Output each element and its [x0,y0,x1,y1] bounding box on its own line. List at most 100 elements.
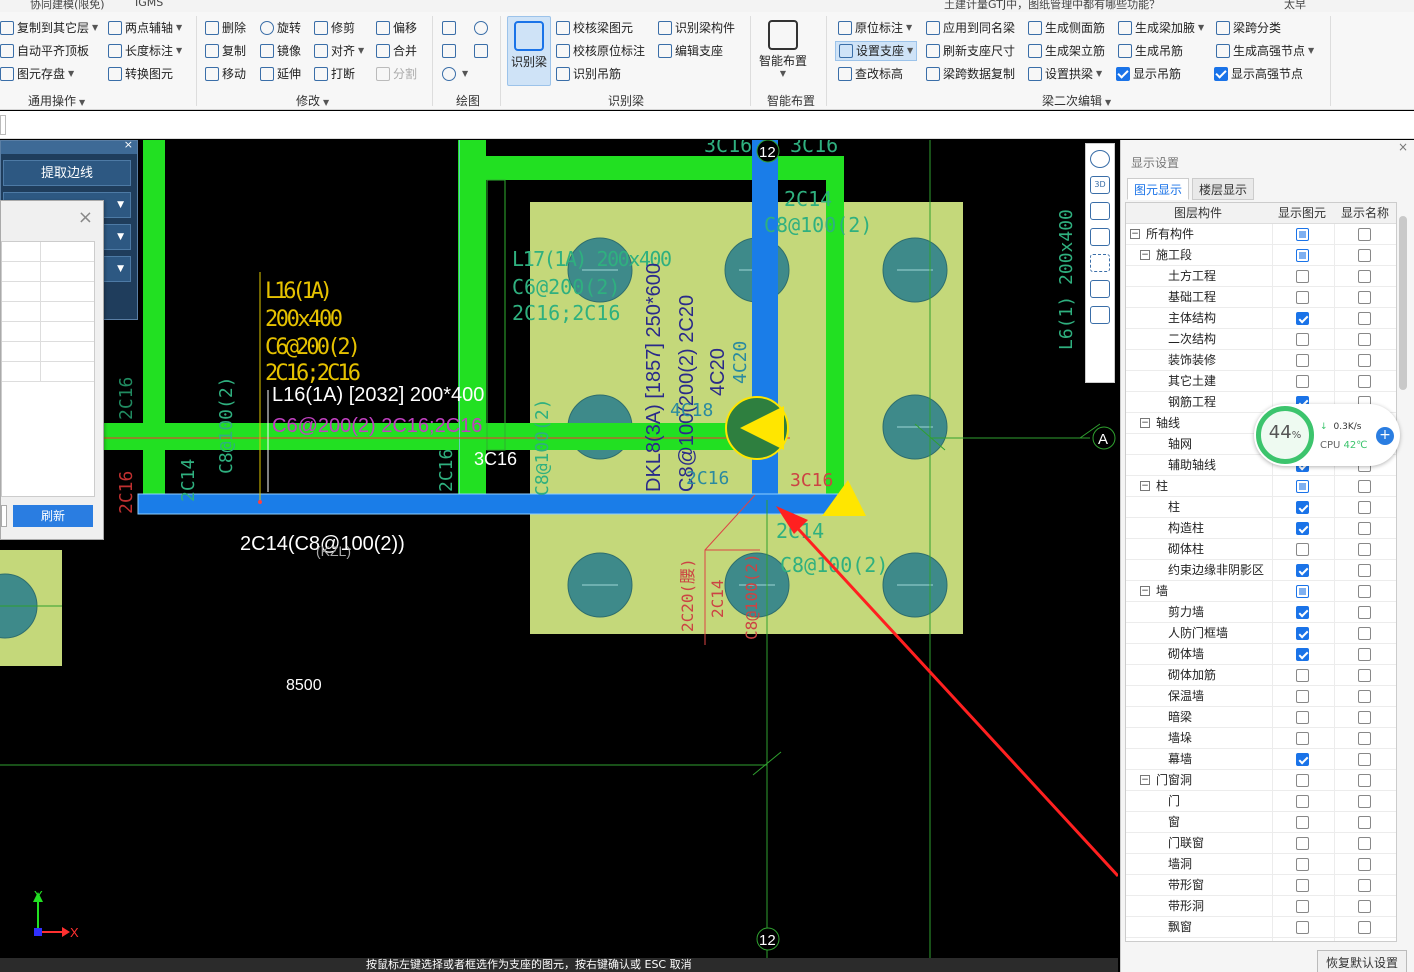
grid-row[interactable] [2,322,94,342]
show-element-checkbox[interactable] [1296,606,1309,619]
label-left-2c16[interactable]: 2C16 [116,377,137,420]
label-left-c8[interactable]: C8@100(2) [216,376,237,474]
set-arch-button[interactable]: 设置拱梁 ▼ [1028,64,1102,84]
layer-row[interactable]: 其它土建 [1126,371,1396,392]
smart-layout-button[interactable]: 智能布置 ▼ [758,16,808,86]
show-name-checkbox[interactable] [1358,795,1371,808]
show-element-checkbox[interactable] [1296,564,1309,577]
show-element-checkbox[interactable] [1296,816,1309,829]
show-element-checkbox[interactable] [1296,543,1309,556]
show-element-checkbox[interactable] [1296,228,1309,241]
show-name-checkbox[interactable] [1358,690,1371,703]
show-element-checkbox[interactable] [1296,585,1309,598]
label-c8-bot[interactable]: C8@100(2) [780,553,888,577]
identify-member-button[interactable]: 识别梁构件 [658,18,735,38]
show-element-checkbox[interactable] [1296,522,1309,535]
show-name-checkbox[interactable] [1358,921,1371,934]
label-l16-magenta[interactable]: C6@200(2) 2C16;2C16 [272,415,482,437]
two-point-axis-button[interactable]: 两点辅轴 ▼ [108,18,182,38]
label-dkl-2[interactable]: C8@100(200(2) 2C20 [676,295,698,492]
fullscreen-icon[interactable] [1090,254,1110,272]
show-name-checkbox[interactable] [1358,480,1371,493]
grid-row[interactable] [2,362,94,382]
cpu-monitor-widget[interactable]: 44% ↓ 0.3K/s CPU 42℃ + [1254,404,1400,466]
sub-toolbar-input[interactable] [0,115,6,135]
collapse-toggle-icon[interactable]: − [1140,586,1150,596]
beam-green[interactable] [458,156,844,180]
label-dkl-1[interactable]: DKL8(3A) [1857] 250*600 [643,263,665,492]
save-element-button[interactable]: 图元存盘 ▼ [0,64,74,84]
side-bars-button[interactable]: 生成侧面筋 [1028,18,1105,38]
show-element-checkbox[interactable] [1296,732,1309,745]
refresh-button[interactable]: 刷新 [13,505,93,527]
layer-row[interactable]: 门联窗 [1126,833,1396,854]
collapse-toggle-icon[interactable]: − [1140,250,1150,260]
label-mid-2c16[interactable]: 2C16 [436,449,457,492]
haunch-button[interactable]: 生成梁加腋 ▼ [1118,18,1204,38]
group-secondary[interactable]: 梁二次编辑 ▼ [1042,92,1111,109]
layer-row[interactable]: − 施工段 [1126,245,1396,266]
show-name-checkbox[interactable] [1358,774,1371,787]
plus-icon[interactable]: + [1376,427,1394,445]
label-mid-2c16b[interactable]: 2C16 [686,468,729,489]
label-l16-yellow-2[interactable]: 200x400 [265,307,343,332]
layer-row[interactable]: 带形窗 [1126,875,1396,896]
show-name-checkbox[interactable] [1358,501,1371,514]
collapse-toggle-icon[interactable]: − [1140,481,1150,491]
check-elev-button[interactable]: 查改标高 [838,64,903,84]
close-icon[interactable]: × [1398,140,1408,154]
layer-row[interactable]: 二次结构 [1126,329,1396,350]
drawing-canvas[interactable]: L16(1A) 200x400 C6@200(2) 2C16;2C16 L16(… [0,140,1118,958]
show-name-checkbox[interactable] [1358,354,1371,367]
draw-arc-button[interactable]: ▼ [442,64,468,84]
show-element-checkbox[interactable] [1296,270,1309,283]
layer-row[interactable]: 飘窗 [1126,917,1396,938]
split-button[interactable]: 分割 [376,64,417,84]
grid-row[interactable] [2,302,94,322]
label-mid-4c18[interactable]: 4C18 [670,400,713,421]
show-high-node-checkbox[interactable]: 显示高强节点 [1214,64,1303,84]
label-red-small-1[interactable]: 2C20(腰) [678,558,697,632]
show-element-checkbox[interactable] [1296,627,1309,640]
layer-row[interactable]: 墙洞 [1126,854,1396,875]
show-hanger-checkbox[interactable]: 显示吊筋 [1116,64,1181,84]
orig-label-button[interactable]: 原位标注 ▼ [838,18,912,38]
layer-row[interactable]: 门 [1126,791,1396,812]
grid-row[interactable] [2,342,94,362]
label-c8-top[interactable]: C8@100(2) [764,213,872,237]
tab-element-display[interactable]: 图元显示 [1127,178,1190,200]
show-name-checkbox[interactable] [1358,564,1371,577]
dialog-button[interactable] [1,505,7,527]
copy-to-floor-button[interactable]: 复制到其它层 ▼ [0,18,98,38]
group-modify[interactable]: 修改 ▼ [296,92,329,109]
layer-row[interactable]: 暗梁 [1126,707,1396,728]
show-name-checkbox[interactable] [1358,228,1371,241]
draw-line-button[interactable] [442,41,459,61]
properties-icon[interactable] [1090,306,1110,324]
offset-button[interactable]: 偏移 [376,18,417,38]
draw-circle-button[interactable] [474,18,491,38]
convert-element-button[interactable]: 转换图元 [108,64,173,84]
show-element-checkbox[interactable] [1296,480,1309,493]
label-l6[interactable]: L6(1) 200x400 [1056,209,1077,350]
trim-button[interactable]: 修剪 [314,18,355,38]
3d-view-icon[interactable]: 3D [1090,176,1110,194]
grid-row[interactable] [2,242,94,262]
draw-point-button[interactable] [442,18,459,38]
label-l17-2[interactable]: C6@200(2) [512,275,620,299]
show-name-checkbox[interactable] [1358,375,1371,388]
erect-bars-button[interactable]: 生成架立筋 [1028,41,1105,61]
label-c16-red[interactable]: 3C16 [790,470,833,491]
show-name-checkbox[interactable] [1358,606,1371,619]
draw-rect-button[interactable] [474,41,491,61]
layer-row[interactable]: 主体结构 [1126,308,1396,329]
show-element-checkbox[interactable] [1296,711,1309,724]
show-element-checkbox[interactable] [1296,879,1309,892]
tab-coop-modeling[interactable]: 协同建模(限免) [30,0,105,12]
layer-row[interactable]: 砌体柱 [1126,539,1396,560]
label-left-2c14[interactable]: 2C14 [178,459,199,502]
tab-floor-display[interactable]: 楼层显示 [1192,178,1255,200]
cube-dropdown-icon[interactable] [1090,228,1110,246]
show-element-checkbox[interactable] [1296,858,1309,871]
edit-support-button[interactable]: 编辑支座 [658,41,723,61]
